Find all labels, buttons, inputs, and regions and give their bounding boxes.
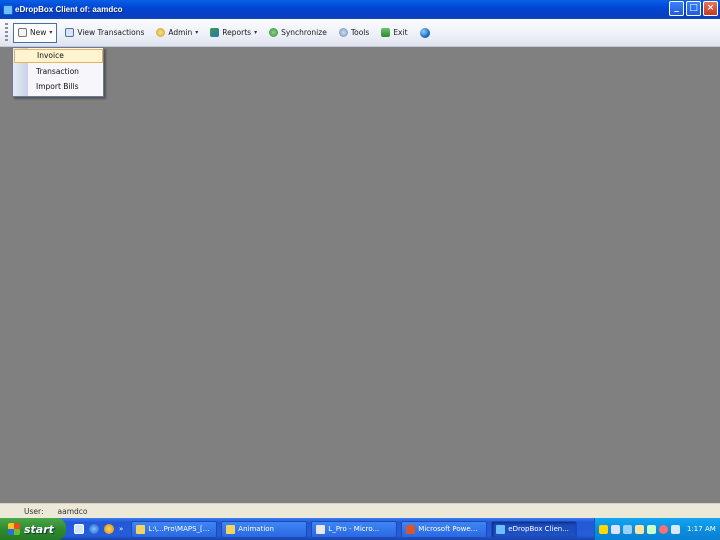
tools-icon bbox=[338, 28, 348, 37]
tray-security-icon[interactable] bbox=[647, 524, 656, 534]
media-player-icon[interactable] bbox=[104, 524, 114, 534]
status-bar: User: aamdco bbox=[0, 503, 720, 518]
show-desktop-icon[interactable] bbox=[74, 524, 84, 534]
new-document-icon bbox=[18, 28, 27, 37]
tray-shield-icon[interactable] bbox=[599, 524, 608, 534]
start-label: start bbox=[24, 522, 54, 536]
tray-folder-icon[interactable] bbox=[635, 524, 644, 534]
window-controls: _ □ × bbox=[669, 1, 718, 16]
maximize-button[interactable]: □ bbox=[686, 1, 701, 16]
close-button[interactable]: × bbox=[703, 1, 718, 16]
quick-launch: » bbox=[66, 524, 131, 534]
new-button[interactable]: New ▾ bbox=[13, 22, 58, 43]
window-title: eDropBox Client of: aamdco bbox=[15, 5, 123, 14]
task-label: L:\...Pro\MAPS_[... bbox=[148, 525, 210, 533]
tray-volume-icon[interactable] bbox=[671, 524, 680, 534]
synchronize-icon bbox=[269, 28, 279, 37]
windows-taskbar: start » L:\...Pro\MAPS_[... Animation L_… bbox=[0, 518, 720, 540]
synchronize-label: Synchronize bbox=[281, 28, 327, 37]
taskbar-clock[interactable]: 1:17 AM bbox=[687, 525, 716, 533]
admin-label: Admin bbox=[168, 28, 193, 37]
menu-item-import-bills[interactable]: Import Bills bbox=[14, 80, 103, 94]
synchronize-button[interactable]: Synchronize bbox=[265, 23, 331, 43]
status-user-value: aamdco bbox=[57, 506, 88, 516]
reports-label: Reports bbox=[222, 28, 252, 37]
tray-network-icon[interactable] bbox=[611, 524, 620, 534]
reports-button[interactable]: Reports ▾ bbox=[206, 23, 261, 43]
globe-button[interactable] bbox=[416, 23, 434, 43]
taskbar-button-powerpoint[interactable]: Microsoft Powe... bbox=[401, 520, 488, 538]
toolbar-grip-handle[interactable] bbox=[5, 22, 8, 43]
exit-button[interactable]: Exit bbox=[377, 23, 411, 43]
tray-app-icon[interactable] bbox=[623, 524, 632, 534]
view-transactions-button[interactable]: View Transactions bbox=[61, 23, 148, 43]
chevron-down-icon: ▾ bbox=[49, 29, 53, 36]
quick-launch-more-icon[interactable]: » bbox=[119, 525, 123, 533]
task-label: Microsoft Powe... bbox=[418, 525, 478, 533]
menu-item-invoice[interactable]: Invoice bbox=[14, 49, 103, 63]
reports-icon bbox=[210, 28, 220, 37]
tray-antivirus-icon[interactable] bbox=[659, 524, 668, 534]
exit-label: Exit bbox=[393, 28, 408, 37]
edropbox-icon bbox=[496, 524, 506, 534]
tools-button[interactable]: Tools bbox=[335, 23, 373, 43]
new-dropdown-menu: Invoice Transaction Import Bills bbox=[12, 47, 104, 97]
new-button-label: New bbox=[30, 28, 47, 37]
powerpoint-icon bbox=[406, 524, 416, 534]
taskbar-button-maps-folder[interactable]: L:\...Pro\MAPS_[... bbox=[131, 520, 218, 538]
internet-explorer-icon[interactable] bbox=[89, 524, 99, 534]
system-tray: 1:17 AM bbox=[594, 518, 720, 540]
start-button[interactable]: start bbox=[0, 518, 66, 540]
task-label: Animation bbox=[238, 525, 274, 533]
globe-icon bbox=[419, 27, 430, 38]
chevron-down-icon: ▾ bbox=[195, 29, 199, 36]
app-icon bbox=[3, 4, 13, 15]
view-transactions-icon bbox=[65, 28, 75, 37]
taskbar-button-edropbox[interactable]: eDropBox Clien... bbox=[491, 520, 578, 538]
windows-flag-icon bbox=[8, 523, 20, 535]
admin-button[interactable]: Admin ▾ bbox=[152, 23, 202, 43]
taskbar-button-micro[interactable]: L_Pro - Micro... bbox=[311, 520, 398, 538]
folder-icon bbox=[226, 524, 236, 534]
cursor-icon bbox=[316, 524, 326, 534]
minimize-button[interactable]: _ bbox=[669, 1, 684, 16]
task-label: L_Pro - Micro... bbox=[328, 525, 380, 533]
exit-icon bbox=[381, 28, 391, 37]
admin-gear-icon bbox=[156, 28, 166, 37]
window-title-bar[interactable]: eDropBox Client of: aamdco _ □ × bbox=[0, 0, 720, 19]
tools-label: Tools bbox=[350, 28, 370, 37]
chevron-down-icon: ▾ bbox=[254, 29, 258, 36]
menu-item-transaction[interactable]: Transaction bbox=[14, 65, 103, 79]
view-transactions-label: View Transactions bbox=[77, 28, 145, 37]
folder-icon bbox=[136, 524, 146, 534]
taskbar-button-animation-folder[interactable]: Animation bbox=[221, 520, 308, 538]
task-label: eDropBox Clien... bbox=[508, 525, 569, 533]
status-user-label: User: bbox=[24, 506, 44, 516]
main-toolbar: New ▾ View Transactions Admin ▾ Reports … bbox=[0, 19, 720, 47]
